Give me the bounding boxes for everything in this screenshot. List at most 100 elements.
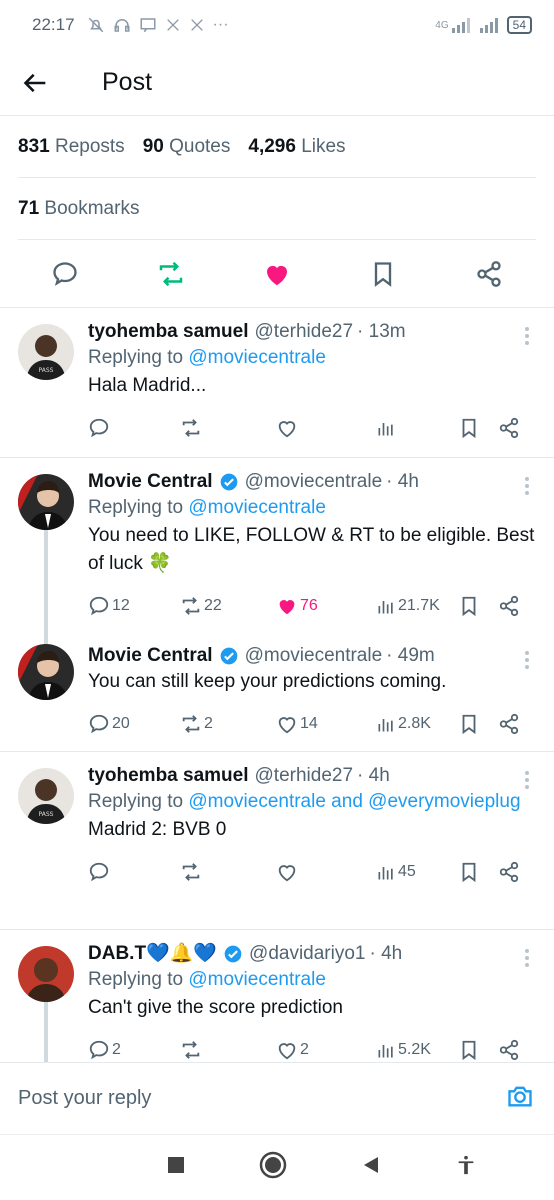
reply-input[interactable]: Post your reply <box>18 1087 151 1110</box>
views-chart-icon <box>378 1045 393 1058</box>
author-handle[interactable]: @moviecentrale <box>245 644 383 668</box>
author-handle[interactable]: @terhide27 <box>255 320 354 344</box>
reply-tweet[interactable]: PASS tyohemba samuel @terhide27 · 13m Re… <box>0 308 554 458</box>
view-count: 21.7K <box>398 597 440 614</box>
bookmark-button[interactable] <box>458 595 498 617</box>
author-handle[interactable]: @terhide27 <box>255 764 354 788</box>
avatar[interactable]: PASS <box>18 324 74 380</box>
repost-count-button[interactable]: 22 <box>180 595 276 617</box>
like-count-button[interactable] <box>276 417 362 439</box>
repost-icon <box>182 419 200 437</box>
reply-button[interactable] <box>45 254 85 294</box>
comment-icon <box>89 714 109 734</box>
more-options-button[interactable] <box>524 476 530 501</box>
triangle-back-icon <box>364 1157 378 1173</box>
recent-apps-button[interactable] <box>167 1156 185 1179</box>
bookmark-button[interactable] <box>458 417 498 439</box>
heart-icon <box>278 1043 296 1060</box>
back-button[interactable] <box>22 63 62 103</box>
tweet-text: Can't give the score prediction <box>88 997 343 1018</box>
reply-tweet[interactable]: Movie Central @moviecentrale · 4h Replyi… <box>0 458 554 648</box>
author-handle[interactable]: @davidariyo1 <box>249 942 365 966</box>
share-button[interactable] <box>498 861 520 883</box>
author-name[interactable]: DAB.T💙🔔💙 <box>88 942 217 966</box>
share-button[interactable] <box>498 417 520 439</box>
more-options-button[interactable] <box>524 948 530 973</box>
bookmark-button[interactable] <box>363 254 403 294</box>
views-button[interactable]: 2.8K <box>362 714 458 734</box>
back-nav-button[interactable] <box>361 1155 381 1180</box>
author-name[interactable]: tyohemba samuel <box>88 320 249 344</box>
avatar[interactable] <box>18 644 74 700</box>
bookmark-button[interactable] <box>458 713 498 735</box>
reply-composer[interactable]: Post your reply <box>0 1062 554 1134</box>
likes-stat[interactable]: 4,296 Likes <box>248 136 345 158</box>
like-count-button[interactable]: 76 <box>276 595 362 617</box>
more-options-button[interactable] <box>524 650 530 675</box>
mention-link[interactable]: @moviecentrale <box>188 347 326 368</box>
share-button[interactable] <box>498 1039 520 1061</box>
reply-tweet[interactable]: PASS tyohemba samuel @terhide27 · 4h Rep… <box>0 752 554 930</box>
heart-icon <box>278 717 296 734</box>
reply-count-button[interactable]: 2 <box>88 1039 180 1061</box>
views-button[interactable]: 21.7K <box>362 596 458 616</box>
repost-button[interactable] <box>151 254 191 294</box>
repost-count-button[interactable]: 2 <box>180 713 276 735</box>
reply-header: Movie Central @moviecentrale · 49m <box>88 644 536 668</box>
tweet-action-bar: 20 2 14 2.8K <box>88 696 536 752</box>
reply-count-button[interactable]: 20 <box>88 713 180 735</box>
heart-icon <box>278 421 296 438</box>
like-count-button[interactable]: 2 <box>276 1039 362 1061</box>
page-title: Post <box>102 68 153 96</box>
reply-count-button[interactable] <box>88 861 180 883</box>
views-button[interactable] <box>362 418 458 438</box>
views-chart-icon <box>378 423 393 436</box>
repost-count: 22 <box>204 597 222 614</box>
repost-count-button[interactable] <box>180 861 276 883</box>
accessibility-button[interactable] <box>455 1154 477 1181</box>
more-options-button[interactable] <box>524 770 530 795</box>
home-button[interactable] <box>259 1151 287 1184</box>
mention-link[interactable]: @moviecentrale <box>188 969 326 990</box>
author-handle[interactable]: @moviecentrale <box>245 470 383 494</box>
views-chart-icon <box>378 867 393 880</box>
like-count-button[interactable] <box>276 861 362 883</box>
more-options-button[interactable] <box>524 326 530 351</box>
like-count-button[interactable]: 14 <box>276 713 362 735</box>
share-button[interactable] <box>469 254 509 294</box>
more-vertical-icon <box>525 477 529 495</box>
share-icon <box>499 713 519 735</box>
reposts-stat[interactable]: 831 Reposts <box>18 136 125 158</box>
bookmarks-stat[interactable]: 71 Bookmarks <box>18 198 139 220</box>
author-name[interactable]: Movie Central <box>88 470 213 494</box>
replying-to: Replying to @moviecentrale <box>88 966 536 994</box>
quotes-stat[interactable]: 90 Quotes <box>143 136 231 158</box>
like-button[interactable] <box>257 254 297 294</box>
reply-tweet[interactable]: DAB.T💙🔔💙 @davidariyo1 · 4h Replying to @… <box>0 930 554 1070</box>
mention-link[interactable]: @moviecentrale <box>188 497 326 518</box>
repost-count-button[interactable] <box>180 1039 276 1061</box>
mention-link[interactable]: @moviecentrale and @everymovieplug <box>188 791 520 812</box>
post-action-bar <box>0 240 554 308</box>
timestamp: · 49m <box>386 645 435 666</box>
author-name[interactable]: Movie Central <box>88 644 213 668</box>
view-count: 45 <box>398 863 416 880</box>
views-button[interactable]: 5.2K <box>362 1040 458 1060</box>
camera-button[interactable] <box>506 1082 534 1116</box>
repost-count-button[interactable] <box>180 417 276 439</box>
share-button[interactable] <box>498 713 520 735</box>
likes-label: Likes <box>301 135 346 157</box>
repost-icon <box>182 715 200 733</box>
share-button[interactable] <box>498 595 520 617</box>
avatar[interactable] <box>18 946 74 1002</box>
bookmark-button[interactable] <box>458 861 498 883</box>
reply-count-button[interactable] <box>88 417 180 439</box>
tweet-action-bar: 45 <box>88 844 536 900</box>
author-name[interactable]: tyohemba samuel <box>88 764 249 788</box>
avatar[interactable]: PASS <box>18 768 74 824</box>
reply-tweet[interactable]: Movie Central @moviecentrale · 49m You c… <box>0 636 554 752</box>
avatar[interactable] <box>18 474 74 530</box>
reply-count-button[interactable]: 12 <box>88 595 180 617</box>
bookmark-button[interactable] <box>458 1039 498 1061</box>
views-button[interactable]: 45 <box>362 862 458 882</box>
